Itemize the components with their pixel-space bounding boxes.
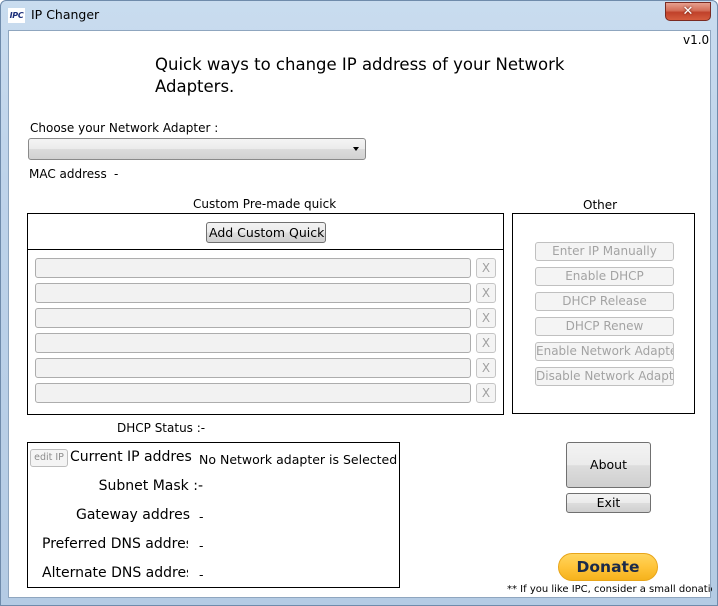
remove-quick-ip-button[interactable]: X xyxy=(476,333,496,353)
quick-ip-button[interactable] xyxy=(35,258,471,278)
alternate-dns-label: Alternate DNS addres xyxy=(42,565,188,581)
quick-ip-slot: X xyxy=(35,383,496,403)
dhcp-renew-button[interactable]: DHCP Renew xyxy=(535,317,674,336)
quick-ip-slot: X xyxy=(35,308,496,328)
version-label: v1.0 xyxy=(683,33,710,47)
chevron-down-icon xyxy=(353,147,359,151)
other-actions-panel: Enter IP Manually Enable DHCP DHCP Relea… xyxy=(512,213,695,414)
divider xyxy=(28,249,503,250)
other-section-title: Other xyxy=(583,198,618,212)
close-button[interactable]: ✕ xyxy=(665,2,711,21)
gateway-label: Gateway addres xyxy=(75,507,190,523)
adapter-dropdown[interactable] xyxy=(28,138,366,160)
remove-quick-ip-button[interactable]: X xyxy=(476,358,496,378)
adapter-label: Choose your Network Adapter : xyxy=(30,121,219,135)
dhcp-release-button[interactable]: DHCP Release xyxy=(535,292,674,311)
donate-note: ** If you like IPC, consider a small don… xyxy=(507,584,712,595)
headline: Quick ways to change IP address of your … xyxy=(155,55,565,96)
custom-section-title: Custom Pre-made quick xyxy=(193,197,337,211)
preferred-dns-value: - xyxy=(199,538,204,553)
quick-ip-button[interactable] xyxy=(35,283,471,303)
donate-button[interactable]: Donate xyxy=(558,553,658,581)
add-custom-quick-ip-button[interactable]: Add Custom Quick I xyxy=(206,222,326,243)
remove-quick-ip-button[interactable]: X xyxy=(476,383,496,403)
quick-ip-button[interactable] xyxy=(35,333,471,353)
edit-ip-button[interactable]: edit IP xyxy=(30,449,68,467)
quick-ip-slot: X xyxy=(35,358,496,378)
remove-quick-ip-button[interactable]: X xyxy=(476,258,496,278)
enable-dhcp-button[interactable]: Enable DHCP xyxy=(535,267,674,286)
preferred-dns-label: Preferred DNS addres xyxy=(42,536,188,552)
enter-ip-manually-button[interactable]: Enter IP Manually xyxy=(535,242,674,261)
enable-network-adapter-button[interactable]: Enable Network Adapte xyxy=(535,342,674,361)
app-logo-icon: IPC xyxy=(8,8,25,23)
gateway-value: - xyxy=(199,509,204,524)
close-icon: ✕ xyxy=(682,4,694,19)
dhcp-status-label: DHCP Status :- xyxy=(117,421,206,435)
title-bar[interactable]: IPC IP Changer ✕ xyxy=(1,1,717,30)
quick-ip-slot: X xyxy=(35,283,496,303)
disable-network-adapter-button[interactable]: Disable Network Adapt xyxy=(535,367,674,386)
current-ip-value: No Network adapter is Selected xyxy=(199,452,398,467)
app-window: IPC IP Changer ✕ v1.0 Quick ways to chan… xyxy=(0,0,718,606)
current-ip-label: Current IP addres xyxy=(70,449,192,465)
remove-quick-ip-button[interactable]: X xyxy=(476,283,496,303)
quick-ip-button[interactable] xyxy=(35,358,471,378)
subnet-mask-label: Subnet Mask :- xyxy=(98,478,203,494)
quick-ip-button[interactable] xyxy=(35,383,471,403)
custom-quick-ip-panel: Add Custom Quick I X X X X X X xyxy=(27,213,504,415)
mac-address-value: - xyxy=(114,167,119,181)
remove-quick-ip-button[interactable]: X xyxy=(476,308,496,328)
alternate-dns-value: - xyxy=(199,567,204,582)
quick-ip-slot: X xyxy=(35,258,496,278)
ip-info-panel: edit IP Current IP addres No Network ada… xyxy=(27,442,400,588)
exit-button[interactable]: Exit xyxy=(566,493,651,513)
quick-ip-button[interactable] xyxy=(35,308,471,328)
window-title: IP Changer xyxy=(31,7,100,22)
mac-address-label: MAC address xyxy=(29,167,107,181)
quick-ip-slot: X xyxy=(35,333,496,353)
about-button[interactable]: About xyxy=(566,442,651,488)
main-panel: v1.0 Quick ways to change IP address of … xyxy=(8,30,712,598)
